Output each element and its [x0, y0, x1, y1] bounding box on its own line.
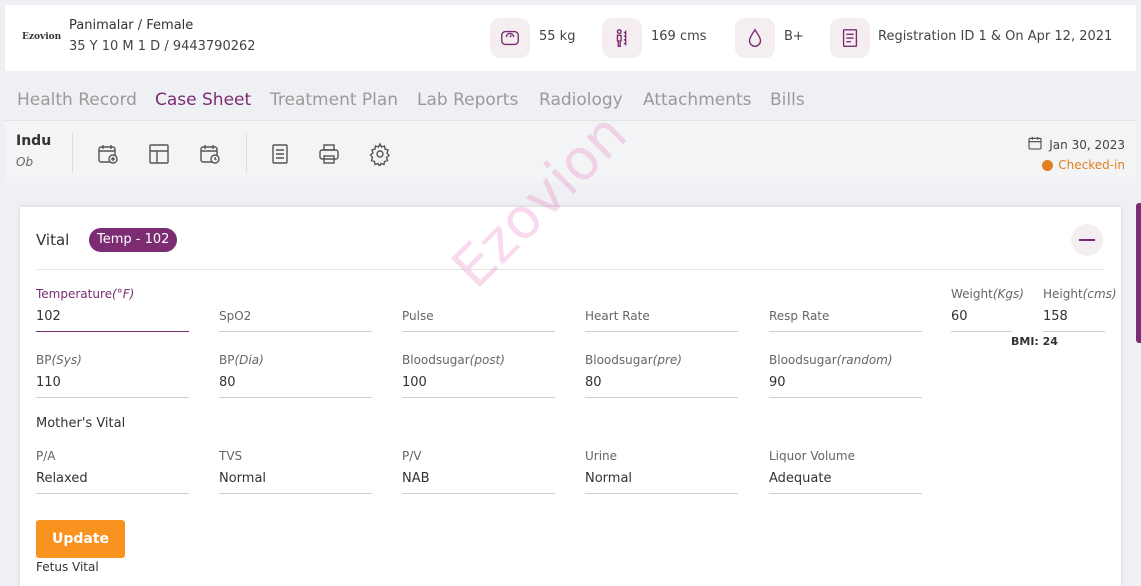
tab-health-record[interactable]: Health Record	[17, 90, 137, 110]
status-dot-icon	[1042, 159, 1054, 171]
height-input-value[interactable]: 158	[1043, 309, 1068, 324]
collapse-button[interactable]	[1071, 224, 1103, 256]
doctor-role: Ob	[16, 155, 34, 169]
tab-case-sheet[interactable]: Case Sheet	[155, 90, 251, 110]
weight-input-value[interactable]: 60	[951, 309, 968, 324]
height-value: 169 cms	[651, 29, 707, 44]
tab-bills[interactable]: Bills	[770, 90, 805, 110]
document-icon[interactable]	[267, 141, 293, 167]
mothers-vital-title: Mother's Vital	[36, 416, 126, 431]
weighing-scale-icon	[490, 18, 530, 58]
card-divider	[36, 269, 1105, 270]
fetus-vital-title: Fetus Vital	[36, 560, 99, 574]
tab-radiology[interactable]: Radiology	[539, 90, 623, 110]
vital-title: Vital	[36, 231, 70, 249]
update-button[interactable]: Update	[36, 520, 125, 558]
visit-date-text: Jan 30, 2023	[1049, 137, 1125, 152]
doctor-name: Indu	[16, 133, 52, 149]
status-text: Checked-in	[1058, 158, 1125, 172]
minus-icon	[1079, 239, 1095, 241]
temperature-value[interactable]: 102	[36, 309, 61, 324]
calendar-icon	[1027, 135, 1043, 154]
toolbar-divider	[72, 133, 73, 173]
patient-name: Panimalar / Female	[69, 18, 194, 33]
layout-icon[interactable]	[146, 141, 172, 167]
tab-treatment-plan[interactable]: Treatment Plan	[270, 90, 398, 110]
calendar-clock-icon[interactable]	[197, 141, 223, 167]
patient-info: 35 Y 10 M 1 D / 9443790262	[69, 39, 256, 54]
case-toolbar: Indu Ob Jan 30, 2023 Checked-in	[5, 120, 1136, 183]
app-logo: Ezovion	[22, 32, 62, 42]
calendar-add-icon[interactable]	[95, 141, 121, 167]
patient-header: Ezovion Panimalar / Female 35 Y 10 M 1 D…	[5, 5, 1136, 71]
weight-value: 55 kg	[539, 29, 576, 44]
visit-status: Checked-in	[1042, 158, 1125, 172]
print-icon[interactable]	[316, 141, 342, 167]
gear-icon[interactable]	[367, 141, 393, 167]
vital-card: Vital Temp - 102 Temperature(°F) 102 SpO…	[20, 207, 1121, 586]
temp-badge: Temp - 102	[89, 228, 178, 252]
registration-info: Registration ID 1 & On Apr 12, 2021	[878, 29, 1113, 44]
visit-date: Jan 30, 2023	[1027, 135, 1125, 154]
bmi-value: BMI: 24	[1011, 335, 1058, 348]
side-accent-bar	[1136, 203, 1141, 343]
tab-attachments[interactable]: Attachments	[643, 90, 752, 110]
toolbar-divider	[246, 133, 247, 173]
blood-group-value: B+	[784, 29, 804, 44]
height-icon	[602, 18, 642, 58]
tab-lab-reports[interactable]: Lab Reports	[417, 90, 518, 110]
registration-icon	[830, 18, 870, 58]
blood-drop-icon	[735, 18, 775, 58]
